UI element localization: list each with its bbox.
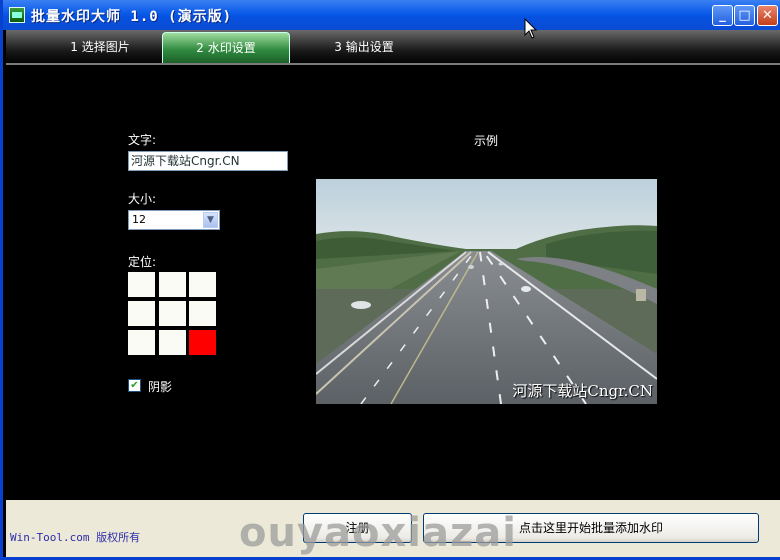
position-bottom-center[interactable] (159, 330, 186, 355)
maximize-button[interactable]: □ (734, 5, 755, 26)
wizard-tab-bar: 1 选择图片 2 水印设置 3 输出设置 (6, 30, 780, 64)
position-grid (128, 272, 218, 356)
preview-watermark-text: 河源下载站Cngr.CN (512, 382, 653, 400)
shadow-label: 阴影 (148, 380, 173, 394)
position-top-right[interactable] (189, 272, 216, 297)
text-label: 文字: (128, 133, 157, 147)
position-top-left[interactable] (128, 272, 155, 297)
tab-select-images[interactable]: 1 选择图片 (36, 32, 164, 64)
watermark-settings-panel: 文字: 河源下载站Cngr.CN 大小: 12 ▼ 定位: ✔ 阴影 示例 河源… (6, 65, 780, 500)
close-icon: ✕ (762, 8, 773, 23)
minimize-icon: _ (719, 8, 726, 23)
footer-bar: Win-Tool.com 版权所有 注册 点击这里开始批量添加水印 ouyaox… (6, 500, 780, 557)
font-size-select[interactable]: 12 ▼ (128, 210, 220, 230)
watermark-text-input[interactable]: 河源下载站Cngr.CN (128, 151, 288, 171)
position-middle-right[interactable] (189, 301, 216, 326)
chevron-down-icon[interactable]: ▼ (203, 212, 218, 228)
app-icon (9, 7, 25, 23)
font-size-value: 12 (132, 213, 146, 226)
position-bottom-right[interactable] (189, 330, 216, 355)
highway-photo (316, 179, 657, 404)
maximize-icon: □ (738, 8, 751, 23)
close-button[interactable]: ✕ (757, 5, 778, 26)
app-window: 批量水印大师 1.0 (演示版) _ □ ✕ 1 选择图片 2 水印设置 3 输… (0, 0, 780, 560)
position-middle-center[interactable] (159, 301, 186, 326)
position-top-center[interactable] (159, 272, 186, 297)
window-title: 批量水印大师 1.0 (演示版) (31, 9, 233, 25)
shadow-checkbox[interactable]: ✔ (128, 379, 141, 392)
position-bottom-left[interactable] (128, 330, 155, 355)
size-label: 大小: (128, 192, 157, 206)
title-bar[interactable]: 批量水印大师 1.0 (演示版) _ □ ✕ (3, 0, 780, 30)
preview-label: 示例 (474, 134, 499, 148)
position-middle-left[interactable] (128, 301, 155, 326)
tab-watermark-settings[interactable]: 2 水印设置 (162, 32, 290, 64)
mouse-cursor-icon (524, 18, 538, 39)
start-watermark-button[interactable]: 点击这里开始批量添加水印 (423, 513, 759, 543)
position-label: 定位: (128, 255, 157, 269)
copyright-text: Win-Tool.com 版权所有 (10, 531, 141, 544)
minimize-button[interactable]: _ (712, 5, 733, 26)
tab-output-settings[interactable]: 3 输出设置 (300, 32, 428, 64)
preview-image: 河源下载站Cngr.CN (316, 179, 657, 404)
register-button[interactable]: 注册 (303, 513, 412, 543)
check-icon: ✔ (130, 380, 139, 391)
